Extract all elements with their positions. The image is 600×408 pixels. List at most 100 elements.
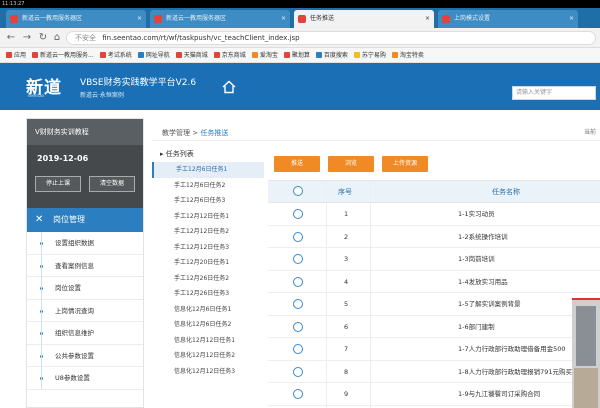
table-row[interactable]: 2 1-2系统操作培训 <box>268 226 600 248</box>
bookmark-item[interactable]: 新道云一教用服务... <box>32 48 94 62</box>
task-tree-item[interactable]: 手工12月6日任务3 <box>152 193 264 209</box>
tab-label: 任务推送 <box>310 15 335 22</box>
cell-seq: 3 <box>344 255 349 263</box>
select-all-radio[interactable] <box>293 186 303 196</box>
home-icon[interactable] <box>222 80 236 94</box>
bookmark-item[interactable]: 淘宝特卖 <box>391 48 424 62</box>
bookmark-icon <box>6 52 12 58</box>
search-input[interactable]: 请输入关键字 <box>512 86 596 100</box>
tools-icon: ✕ <box>35 214 44 225</box>
sidebar-info: 2019-12-06 停止上课 清空数据 <box>27 145 143 208</box>
stop-class-button[interactable]: 停止上课 <box>35 176 81 192</box>
row-select-radio[interactable] <box>293 209 303 219</box>
task-tree-item[interactable]: 信息化12月6日任务1 <box>152 302 264 318</box>
back-arrow-icon[interactable]: ← <box>4 31 18 45</box>
task-tree-item[interactable]: 信息化12月12日任务1 <box>152 333 264 349</box>
tab-close-icon[interactable]: × <box>281 10 286 28</box>
task-tree-item[interactable]: 手工12月12日任务3 <box>152 240 264 256</box>
insecure-label: 不安全 <box>75 34 96 42</box>
sidebar-menu-item[interactable]: 上岗情况查询 <box>27 299 143 322</box>
cell-task-name: 1-2系统操作培训 <box>458 232 508 241</box>
row-select-radio[interactable] <box>293 254 303 264</box>
row-select-radio[interactable] <box>293 389 303 399</box>
task-tree-item[interactable]: 手工12月6日任务1 <box>152 162 264 178</box>
os-status-bar: 11:13:27 <box>0 0 600 8</box>
bookmark-item[interactable]: 京东商城 <box>213 48 246 62</box>
row-select-radio[interactable] <box>293 321 303 332</box>
cell-task-name: 1-5了解实训案例背景 <box>458 300 521 308</box>
tab-label: 新道云一教用服务器区 <box>22 15 83 22</box>
bookmark-label: 爱淘宝 <box>259 52 278 59</box>
breadcrumb-root[interactable]: 教学管理 <box>162 129 190 137</box>
bookmark-icon <box>283 52 290 58</box>
task-tree-item[interactable]: 手工12月20日任务1 <box>152 255 264 271</box>
table-row[interactable]: 9 1-9与九江饕餮司订采购合同 <box>268 383 600 406</box>
task-tree-item[interactable]: 信息化12月6日任务2 <box>152 317 264 333</box>
sidebar-menu-item[interactable]: 公共参数设置 <box>27 344 143 367</box>
row-select-radio[interactable] <box>293 344 303 354</box>
tab-close-icon[interactable]: × <box>137 10 142 28</box>
task-tree-item[interactable]: 手工12月12日任务1 <box>152 209 264 225</box>
breadcrumb-right: 当前 <box>583 129 596 136</box>
tab-favicon-icon <box>298 15 306 23</box>
home-icon[interactable]: ⌂ <box>50 31 64 45</box>
browser-tab-4[interactable]: 上岗模式设置 × <box>438 10 578 28</box>
sidebar-menu-item[interactable]: 岗位设置 <box>27 277 143 300</box>
bookmark-item[interactable]: 聚划算 <box>283 48 310 62</box>
row-select-radio[interactable] <box>293 299 303 309</box>
table-row[interactable]: 1 1-1实习动员 <box>268 203 600 226</box>
table-row[interactable]: 8 1-8人力行政部行政助理报销791元购买办 <box>268 361 600 383</box>
menu-section-post-management[interactable]: ✕ 岗位管理 <box>27 208 143 232</box>
bookmark-item[interactable]: 百度搜索 <box>315 48 348 62</box>
table-row[interactable]: 3 1-3岗前培训 <box>268 248 600 271</box>
screen: 11:13:27 新道云一教用服务器区 × 新道云一教用服务器区 × 任务推送 … <box>0 0 600 408</box>
bookmark-icon <box>251 52 258 58</box>
table-row[interactable]: 5 1-5了解实训案例背景 <box>268 293 600 316</box>
bookmark-label: 天猫商城 <box>183 52 208 59</box>
task-tree-item[interactable]: 信息化12月12日任务3 <box>152 364 264 380</box>
table-row[interactable]: 7 1-7人力行政部行政助理借备用金500 <box>268 338 600 361</box>
table-row[interactable]: 4 1-4发放实习用品 <box>268 271 600 293</box>
browser-tab-2[interactable]: 新道云一教用服务器区 × <box>150 10 290 28</box>
task-tree-title-label: 任务列表 <box>165 150 194 158</box>
column-divider <box>326 181 327 408</box>
task-tree-item[interactable]: 手工12月12日任务2 <box>152 224 264 240</box>
bookmark-item[interactable]: 爱淘宝 <box>251 48 278 62</box>
browser-tab-1[interactable]: 新道云一教用服务器区 × <box>6 10 146 28</box>
sidebar-menu-item[interactable]: 查看案例信息 <box>27 254 143 277</box>
bookmark-item[interactable]: 苏宁易购 <box>353 48 386 62</box>
bookmark-item[interactable]: 考试系统 <box>99 48 132 62</box>
bookmark-icon <box>353 52 360 58</box>
browse-button[interactable]: 浏览 <box>328 156 374 172</box>
tab-label: 上岗模式设置 <box>454 15 491 22</box>
task-tree-item[interactable]: 信息化12月12日任务2 <box>152 348 264 364</box>
push-button[interactable]: 推送 <box>274 156 320 172</box>
row-select-radio[interactable] <box>293 276 303 287</box>
table-row[interactable]: 6 1-6部门建制 <box>268 316 600 338</box>
bookmark-icon <box>315 52 322 58</box>
forward-arrow-icon[interactable]: → <box>20 31 34 45</box>
clear-data-button[interactable]: 清空数据 <box>89 176 135 192</box>
url-input[interactable]: 不安全 fin.seentao.com/rt/wf/taskpush/vc_te… <box>66 31 596 45</box>
task-tree-item[interactable]: 手工12月26日任务3 <box>152 286 264 302</box>
bookmark-label: 苏宁易购 <box>361 52 386 59</box>
bookmark-item[interactable]: 网址导航 <box>137 48 170 62</box>
cell-seq: 4 <box>344 277 349 286</box>
task-tree-title[interactable]: ▸ 任务列表 <box>152 146 264 162</box>
cell-task-name: 1-4发放实习用品 <box>458 277 508 286</box>
sidebar-menu-item[interactable]: U8参数设置 <box>27 367 143 390</box>
upload-resource-button[interactable]: 上传资源 <box>382 156 428 172</box>
tab-close-icon[interactable]: × <box>425 10 430 28</box>
sidebar-menu-item[interactable]: 组织信息维护 <box>27 322 143 345</box>
reload-icon[interactable]: ↻ <box>36 31 50 45</box>
browser-tab-3[interactable]: 任务推送 × <box>294 10 434 28</box>
row-select-radio[interactable] <box>293 366 303 377</box>
sidebar-menu-item[interactable]: 设置组织数据 <box>27 232 143 255</box>
bookmark-item[interactable]: 天猫商城 <box>175 48 208 62</box>
task-tree-item[interactable]: 手工12月26日任务2 <box>152 271 264 287</box>
task-tree-item[interactable]: 手工12月6日任务2 <box>152 178 264 194</box>
cell-task-name: 1-9与九江饕餮司订采购合同 <box>458 390 541 398</box>
bookmark-item[interactable]: 应用 <box>6 48 26 62</box>
row-select-radio[interactable] <box>293 231 303 242</box>
tab-close-icon[interactable]: × <box>569 10 574 28</box>
